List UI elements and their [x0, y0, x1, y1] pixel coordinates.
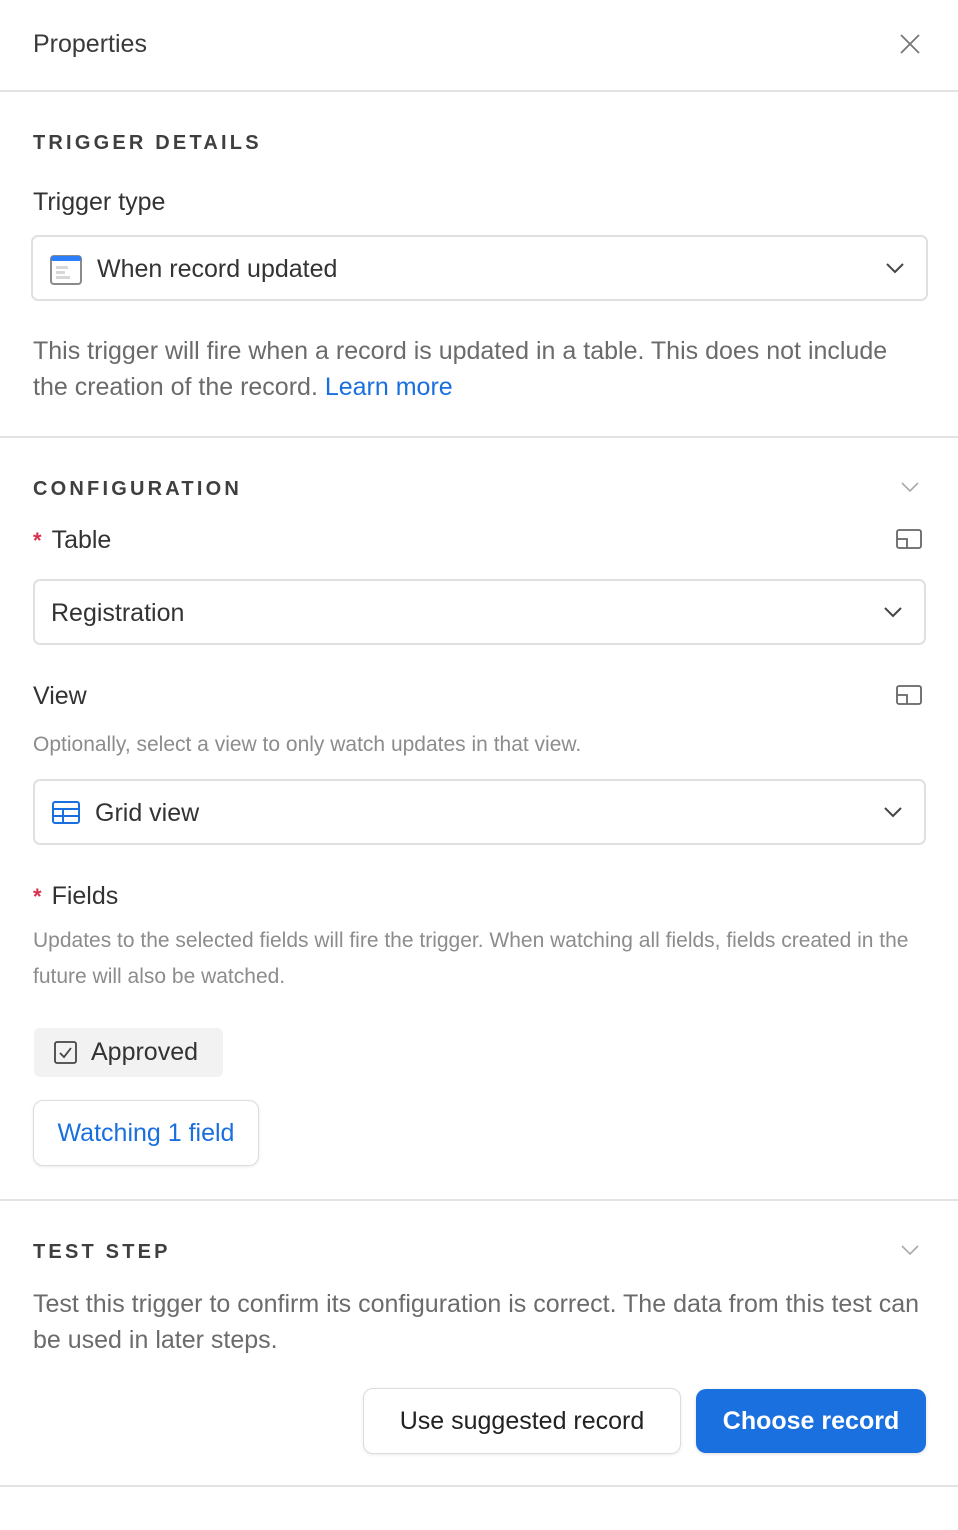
close-icon[interactable] — [896, 30, 924, 58]
chevron-down-icon — [885, 261, 905, 275]
field-chip-label: Approved — [91, 1038, 199, 1066]
use-suggested-record-button[interactable]: Use suggested record — [363, 1388, 681, 1454]
section-title-trigger-details: TRIGGER DETAILS — [33, 132, 262, 154]
learn-more-link[interactable]: Learn more — [325, 373, 453, 401]
grid-view-icon — [52, 801, 80, 825]
collapse-configuration-icon[interactable] — [900, 480, 920, 493]
required-mark: * — [33, 884, 42, 909]
trigger-type-label: Trigger type — [33, 188, 166, 216]
divider — [0, 1199, 958, 1201]
collapse-test-step-icon[interactable] — [900, 1243, 920, 1256]
table-value: Registration — [51, 599, 185, 627]
trigger-type-select[interactable]: When record updated — [31, 235, 928, 301]
fields-label: * Fields — [33, 882, 118, 911]
table-select[interactable]: Registration — [33, 579, 926, 645]
chevron-down-icon — [883, 805, 903, 819]
trigger-description-text: This trigger will fire when a record is … — [33, 337, 888, 401]
choose-record-button[interactable]: Choose record — [696, 1389, 926, 1453]
field-chip-approved: Approved — [34, 1028, 223, 1077]
panel-header: Properties — [0, 0, 958, 92]
fields-label-text: Fields — [51, 882, 119, 910]
expand-panel-icon[interactable] — [896, 685, 922, 705]
panel-title: Properties — [33, 30, 147, 58]
test-step-description: Test this trigger to confirm its configu… — [33, 1290, 920, 1354]
trigger-description: This trigger will fire when a record is … — [33, 333, 923, 405]
checkbox-icon — [54, 1041, 77, 1064]
section-title-configuration: CONFIGURATION — [33, 478, 242, 500]
table-label-text: Table — [51, 526, 112, 554]
trigger-type-value: When record updated — [97, 255, 338, 283]
view-help: Optionally, select a view to only watch … — [33, 733, 582, 756]
record-window-icon — [49, 253, 83, 287]
section-title-test-step: TEST STEP — [33, 1241, 171, 1263]
expand-panel-icon[interactable] — [896, 529, 922, 549]
view-value: Grid view — [95, 799, 200, 827]
view-select[interactable]: Grid view — [33, 779, 926, 845]
required-mark: * — [33, 528, 42, 553]
view-label: View — [33, 682, 87, 710]
watching-fields-button[interactable]: Watching 1 field — [33, 1100, 259, 1166]
fields-help: Updates to the selected fields will fire… — [33, 929, 909, 988]
divider — [0, 1485, 958, 1487]
divider — [0, 436, 958, 438]
table-label: * Table — [33, 526, 111, 555]
chevron-down-icon — [883, 605, 903, 619]
